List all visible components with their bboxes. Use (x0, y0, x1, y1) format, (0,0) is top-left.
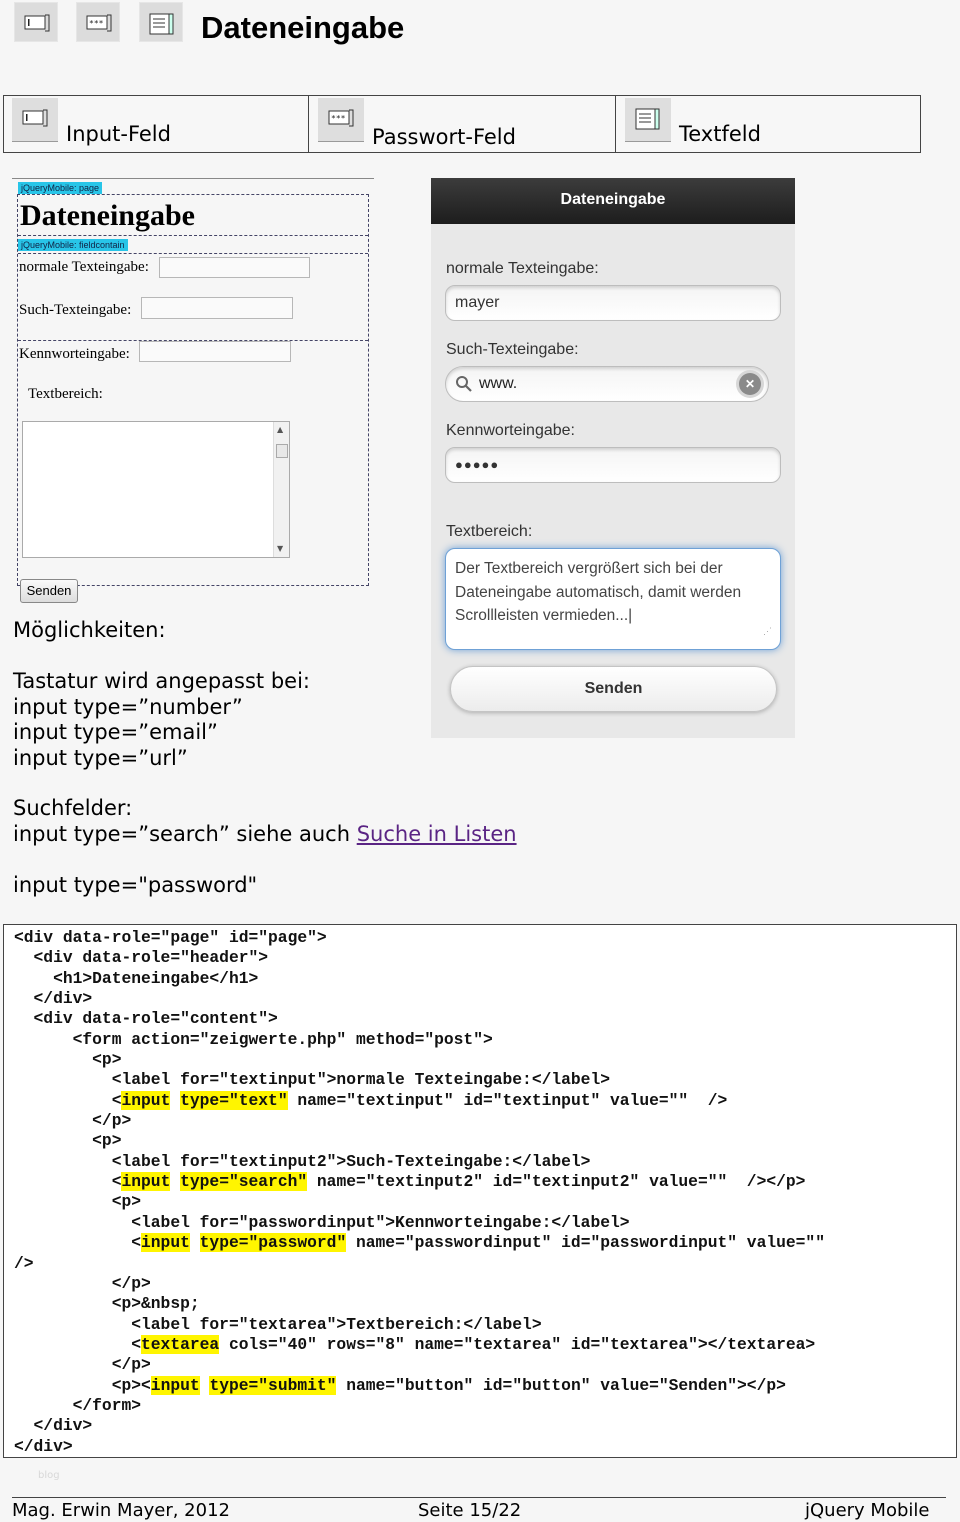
code-text: <div data-role="page" id="page"> <div da… (14, 928, 825, 1456)
footer-author: Mag. Erwin Mayer, 2012 (12, 1500, 230, 1521)
divider (18, 235, 368, 236)
input-field-icon[interactable] (14, 2, 58, 42)
designer-label-password: Kennworteingabe: (19, 346, 130, 362)
mobile-label-search: Such-Texteingabe: (446, 341, 579, 358)
footer-page-number: Seite 15/22 (418, 1500, 522, 1521)
password-field-icon[interactable]: *** (76, 2, 120, 42)
mobile-label-text: normale Texteingabe: (446, 260, 599, 277)
page-title: Dateneingabe (201, 10, 405, 45)
designer-textarea[interactable]: ▲ ▼ (22, 421, 290, 558)
mobile-label-password: Kennworteingabe: (446, 422, 575, 439)
designer-heading: Dateneingabe (20, 199, 195, 232)
search-type-line: input type=”search” siehe auch Suche in … (13, 822, 517, 846)
designer-password-input[interactable] (139, 341, 291, 362)
designer-preview: jQueryMobile: page Dateneingabe jQueryMo… (12, 178, 374, 603)
search-fields-heading: Suchfelder: (13, 796, 133, 820)
footer-topic: jQuery Mobile (805, 1500, 930, 1521)
mobile-text-input[interactable]: mayer (445, 285, 781, 321)
search-value: www. (479, 375, 518, 392)
textarea-icon (625, 98, 671, 142)
type-number-text: input type=”number” (13, 695, 243, 719)
mobile-label-textarea: Textbereich: (446, 523, 533, 540)
mobile-search-input[interactable]: www. ✕ (445, 366, 769, 402)
tab-input-field[interactable]: Input-Feld (4, 96, 309, 152)
mobile-textarea[interactable]: Der Textbereich vergrößert sich bei der … (445, 548, 781, 650)
tab-label: Input-Feld (66, 122, 171, 146)
tab-label: Textfeld (679, 122, 761, 146)
footer-divider (12, 1497, 946, 1498)
watermark: blog (38, 1470, 60, 1481)
scroll-up-icon[interactable]: ▲ (277, 425, 283, 434)
tab-password-field[interactable]: *** Passwort-Feld (310, 96, 616, 152)
mobile-preview: Dateneingabe normale Texteingabe: mayer … (431, 178, 795, 738)
svg-text:***: *** (89, 19, 104, 28)
resize-grip-icon[interactable]: ⋰ (763, 620, 772, 644)
password-field-icon: *** (318, 98, 364, 142)
mobile-password-input[interactable]: ●●●●● (445, 447, 781, 483)
type-email-text: input type=”email” (13, 720, 218, 744)
designer-label-text: normale Texteingabe: (19, 259, 149, 275)
textarea-icon[interactable] (139, 2, 183, 42)
search-type-text: input type=”search” siehe auch (13, 822, 357, 846)
jqm-fieldcontain-tag: jQueryMobile: fieldcontain (18, 239, 128, 251)
textarea-value: Der Textbereich vergrößert sich bei der … (455, 560, 742, 624)
tab-textfield[interactable]: Textfeld (617, 96, 920, 152)
search-in-lists-link[interactable]: Suche in Listen (357, 822, 517, 846)
designer-search-input[interactable] (141, 297, 293, 319)
possibilities-heading: Möglichkeiten: (13, 618, 166, 642)
tab-bar: Input-Feld *** Passwort-Feld Textfeld (3, 95, 921, 153)
input-field-icon (12, 98, 58, 142)
scroll-down-icon[interactable]: ▼ (277, 544, 283, 553)
divider (12, 178, 374, 179)
clear-icon[interactable]: ✕ (739, 373, 761, 395)
scroll-thumb[interactable] (276, 444, 288, 458)
designer-text-input[interactable] (159, 257, 310, 278)
mobile-header: Dateneingabe (431, 178, 795, 224)
designer-label-search: Such-Texteingabe: (19, 302, 132, 318)
keyboard-text: Tastatur wird angepasst bei: (13, 669, 310, 693)
code-listing: <div data-role="page" id="page"> <div da… (3, 924, 957, 1458)
designer-send-button[interactable]: Senden (20, 579, 78, 603)
type-url-text: input type=”url” (13, 746, 188, 770)
search-icon (456, 376, 472, 392)
scrollbar[interactable]: ▲ ▼ (273, 422, 289, 557)
jqm-page-tag: jQueryMobile: page (18, 182, 103, 194)
divider (18, 253, 368, 254)
mobile-send-button[interactable]: Senden (450, 666, 777, 712)
tab-label: Passwort-Feld (372, 125, 516, 149)
designer-label-textarea: Textbereich: (28, 386, 103, 402)
designer-page: Dateneingabe jQueryMobile: fieldcontain … (17, 194, 369, 603)
svg-text:***: *** (331, 114, 346, 123)
type-password-text: input type="password" (13, 873, 258, 897)
